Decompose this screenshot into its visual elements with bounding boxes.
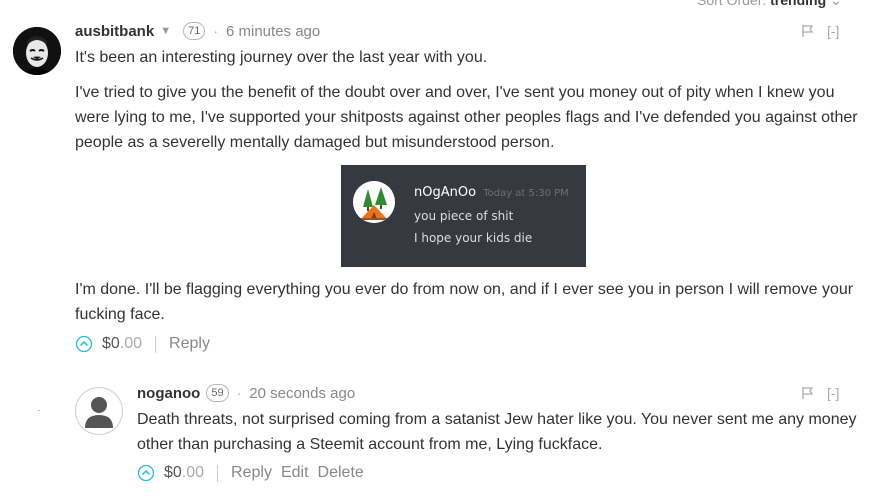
sort-order-value[interactable]: trending — [770, 0, 826, 8]
comment-tools: [-] — [801, 23, 839, 39]
collapse-button[interactable]: [-] — [827, 385, 839, 401]
comment-author[interactable]: ausbitbank — [75, 23, 154, 40]
reply-link[interactable]: Reply — [169, 335, 210, 353]
comment-paragraph: I've tried to give you the benefit of th… — [75, 84, 858, 151]
payout-whole: $0 — [164, 464, 182, 481]
sort-order[interactable]: Sort Order: trending ⌄ — [697, 0, 842, 9]
upvote-icon[interactable] — [137, 464, 155, 482]
flag-icon[interactable] — [801, 24, 815, 38]
comment-header: noganoo 59 · 20 seconds ago — [137, 384, 355, 402]
comment-timestamp[interactable]: 6 minutes ago — [226, 23, 320, 40]
camp-avatar-icon — [353, 181, 395, 223]
reply-link[interactable]: Reply — [231, 464, 272, 482]
comment-paragraph: It's been an interesting journey over th… — [75, 49, 488, 66]
payout-whole: $0 — [102, 335, 120, 352]
separator-dot: · — [236, 385, 242, 401]
flag-icon[interactable] — [801, 386, 815, 400]
caret-down-icon[interactable]: ▼ — [160, 25, 171, 37]
masked-avatar-icon[interactable] — [13, 27, 61, 75]
sort-order-label: Sort Order: — [697, 0, 767, 8]
comment-author[interactable]: noganoo — [137, 385, 200, 402]
comment-paragraph: I'm done. I'll be flagging everything yo… — [75, 281, 854, 323]
reputation-badge: 59 — [206, 384, 229, 402]
comment-body: It's been an interesting journey over th… — [75, 45, 860, 70]
comment-body: Death threats, not surprised coming from… — [137, 407, 867, 457]
separator-dot: · — [213, 23, 218, 39]
chat-username-text: nOgAnOo — [414, 185, 477, 200]
chat-username: nOgAnOo Today at 5:30 PM — [414, 185, 569, 200]
edit-link[interactable]: Edit — [281, 464, 309, 482]
chat-message-line: you piece of shit — [414, 209, 514, 223]
comments-page: Sort Order: trending ⌄ ausbitbank ▼ 71 ·… — [0, 0, 875, 500]
comment-tools: [-] — [801, 385, 839, 401]
divider — [217, 464, 219, 482]
chat-message-line: I hope your kids die — [414, 231, 533, 245]
payout-cents: .00 — [119, 335, 143, 352]
comment-body: I'm done. I'll be flagging everything yo… — [75, 277, 860, 327]
comment-paragraph: Death threats, not surprised coming from… — [137, 411, 857, 453]
comment-header: ausbitbank ▼ 71 · 6 minutes ago — [75, 22, 320, 40]
payout-cents: .00 — [181, 464, 205, 481]
reputation-badge: 71 — [183, 22, 206, 40]
payout-amount[interactable]: $0.00 — [164, 464, 204, 482]
embedded-chat-screenshot: nOgAnOo Today at 5:30 PM you piece of sh… — [341, 165, 586, 267]
collapse-button[interactable]: [-] — [827, 23, 839, 39]
divider — [155, 335, 157, 353]
comment-body: I've tried to give you the benefit of th… — [75, 80, 860, 155]
chat-time: Today at 5:30 PM — [483, 188, 569, 199]
default-user-avatar-icon[interactable] — [75, 387, 123, 435]
decorative-dot — [38, 410, 40, 411]
chevron-down-icon: ⌄ — [830, 0, 842, 8]
comment-timestamp[interactable]: 20 seconds ago — [249, 385, 355, 402]
comment-footer: $0.00 Reply — [75, 335, 219, 353]
payout-amount[interactable]: $0.00 — [102, 335, 142, 353]
upvote-icon[interactable] — [75, 335, 93, 353]
delete-link[interactable]: Delete — [318, 464, 364, 482]
comment-footer: $0.00 Reply Edit Delete — [137, 464, 373, 482]
